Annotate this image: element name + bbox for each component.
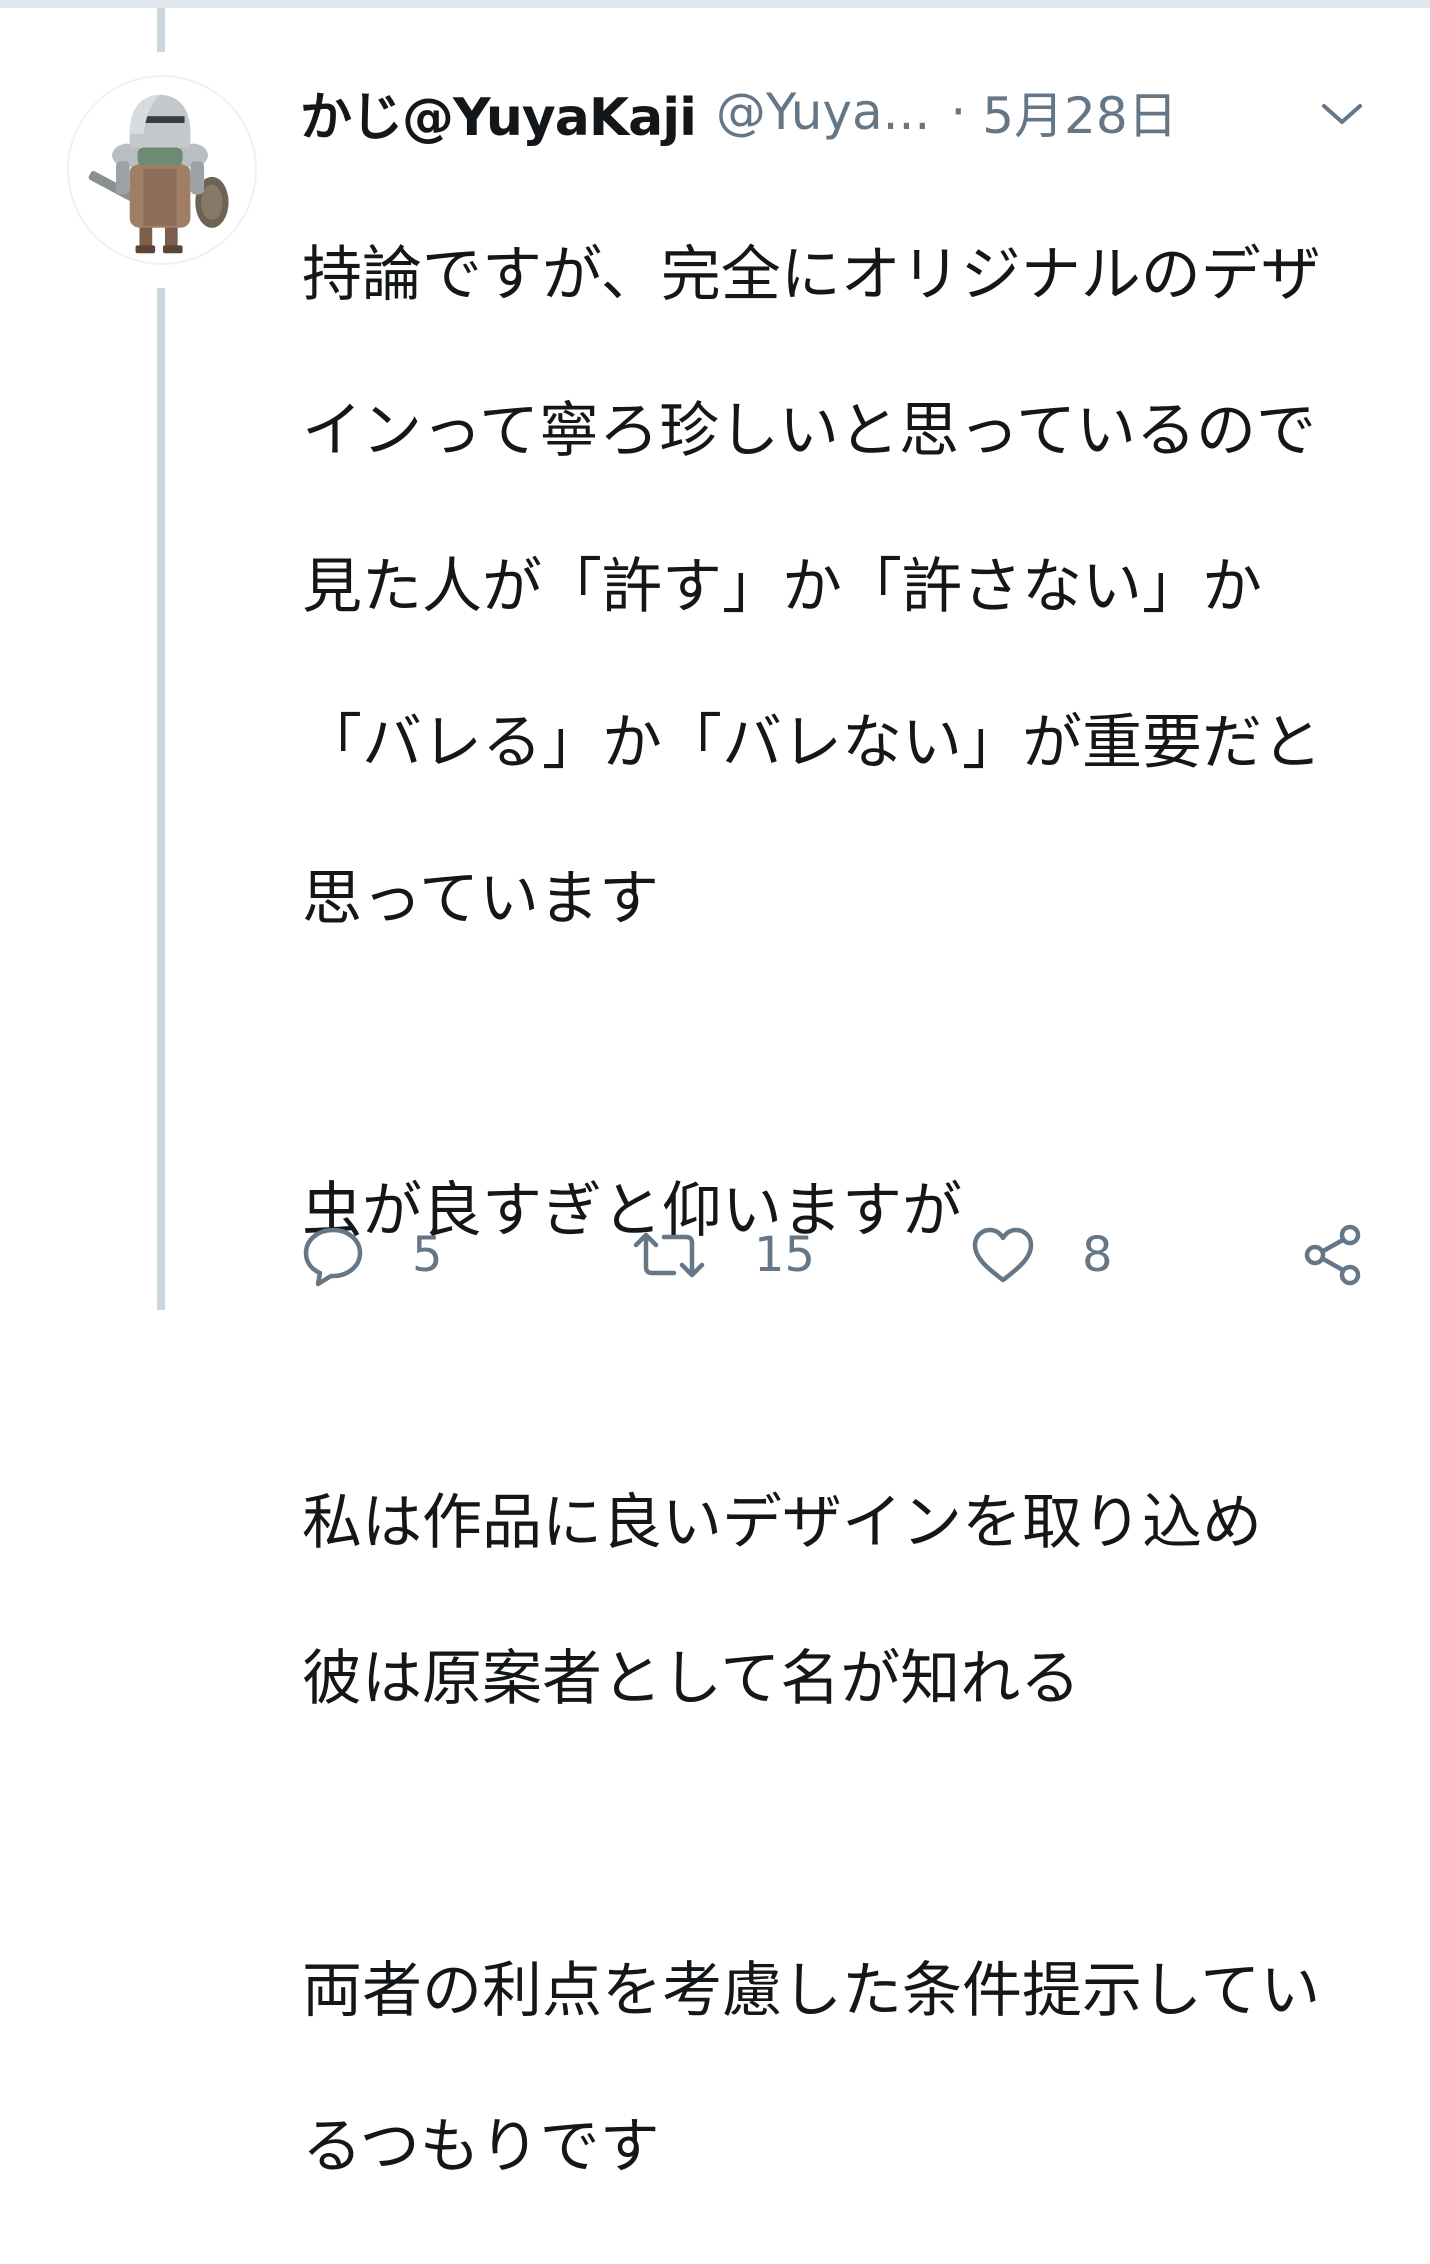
- tweet-text-line: 彼は原案者として名が知れる: [302, 1644, 1081, 1714]
- avatar[interactable]: [67, 75, 257, 265]
- tweet-menu-button[interactable]: [1314, 86, 1370, 142]
- retweet-button[interactable]: 15: [630, 1210, 815, 1300]
- tweet-text-line: [302, 1796, 1362, 1874]
- retweet-count: 15: [754, 1227, 816, 1283]
- tweet-text-line: 持論ですが、完全にオリジナルのデザ: [302, 240, 1321, 310]
- tweet-date[interactable]: 5月28日: [982, 76, 1177, 148]
- like-count: 8: [1082, 1227, 1113, 1283]
- top-divider: [0, 0, 1430, 8]
- tweet-text-line: 見た人が「許す」か「許さない」か: [302, 552, 1262, 622]
- thread-line-lower: [157, 288, 165, 1310]
- tweet-text-line: 「バレる」か「バレない」が重要だと: [302, 708, 1322, 778]
- tweet-text-line: インって寧ろ珍しいと思っているので: [302, 396, 1316, 466]
- share-icon: [1304, 1224, 1361, 1286]
- tweet-actions: 5 15 8: [300, 1210, 1380, 1300]
- thread-line-upper: [157, 8, 165, 52]
- tweet-text-line: [302, 1016, 1362, 1094]
- tweet-text-line: [302, 1328, 1362, 1406]
- knight-avatar-image: [88, 94, 229, 254]
- reply-button[interactable]: 5: [300, 1210, 443, 1300]
- retweet-icon: [633, 1232, 705, 1278]
- reply-icon: [303, 1227, 363, 1287]
- like-button[interactable]: 8: [970, 1210, 1113, 1300]
- tweet-text-line: 思っています: [302, 864, 659, 934]
- tweet-text-line: 私は作品に良いデザインを取り込め: [302, 1488, 1262, 1558]
- tweet-text-line: るつもりです: [302, 2112, 660, 2182]
- author-handle[interactable]: @Yuya...: [716, 83, 930, 141]
- reply-count: 5: [412, 1227, 443, 1283]
- author-name[interactable]: かじ@YuyaKaji: [300, 75, 697, 150]
- share-button[interactable]: [1300, 1210, 1366, 1300]
- chevron-down-icon: [1322, 104, 1362, 124]
- separator-dot: ·: [950, 83, 967, 141]
- tweet-header: かじ@YuyaKaji @Yuya... · 5月28日: [300, 72, 1370, 152]
- heart-icon: [972, 1227, 1034, 1283]
- tweet-text-line: 両者の利点を考慮した条件提示してい: [302, 1956, 1321, 2026]
